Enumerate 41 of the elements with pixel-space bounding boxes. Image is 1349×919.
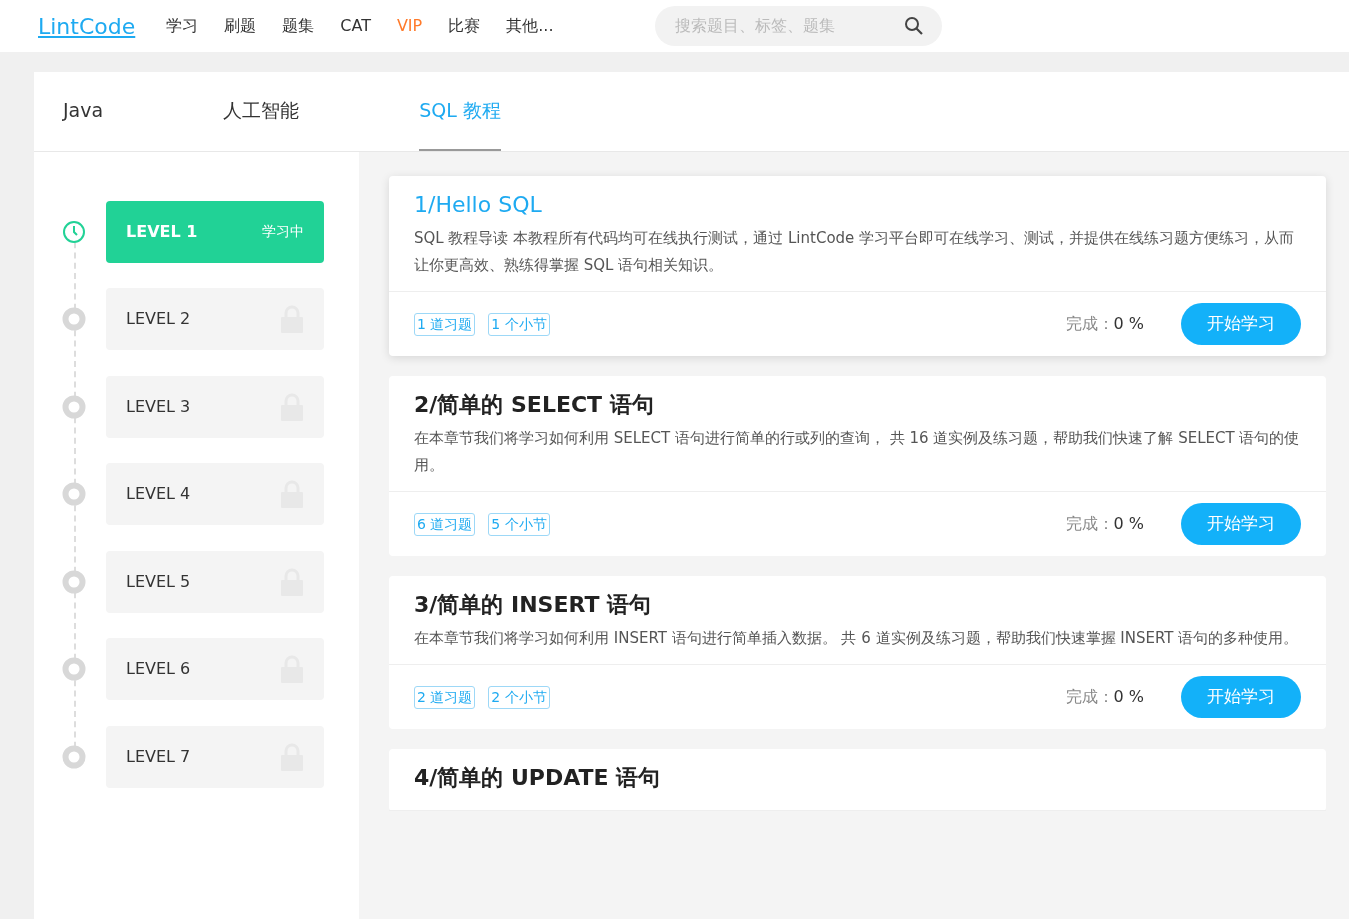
chapter-description: 在本章节我们将学习如何利用 SELECT 语句进行简单的行或列的查询， 共 16 道实例及练习题，帮助我们快速了解 SELECT 语句的使用。 [414, 428, 1301, 476]
nav-link[interactable]: 刷题 [224, 14, 257, 38]
level-button[interactable]: LEVEL 4 [106, 463, 324, 526]
chapter-title[interactable]: 4/简单的 UPDATE 语句 [414, 761, 1301, 794]
status-label: 学习中 [262, 222, 304, 242]
count-tag: 1 道习题 [414, 312, 476, 336]
search-icon[interactable] [903, 16, 924, 36]
nav-link[interactable]: 题集 [282, 14, 315, 38]
level-button[interactable]: LEVEL 3 [106, 375, 324, 438]
nav-link[interactable]: CAT [340, 14, 371, 38]
count-tag: 5 个小节 [488, 512, 550, 536]
progress-label: 完成： [1065, 313, 1114, 335]
chapter-description: 在本章节我们将学习如何利用 INSERT 语句进行简单插入数据。 共 6 道实例及练习题，帮助我们快速掌握 INSERT 语句的多种使用。 [414, 628, 1300, 649]
count-tag: 1 个小节 [488, 312, 550, 336]
level-button[interactable]: LEVEL 2 [106, 288, 324, 351]
level-label: LEVEL 5 [126, 570, 191, 593]
progress-value: 0 % [1113, 313, 1144, 335]
chapter-description: SQL 教程导读 本教程所有代码均可在线执行测试，通过 LintCode 学习平台即可在线学习、测试，并提供在线练习题方便练习，从而让你更高效、熟练得掌握 SQL 语句相关知识。 [414, 228, 1296, 276]
level-button[interactable]: LEVEL 7 [106, 725, 324, 788]
nav-link[interactable]: 学习 [166, 14, 199, 38]
progress-label: 完成： [1065, 686, 1114, 708]
nav-link[interactable]: 其他... [506, 14, 554, 38]
tab[interactable]: Java [63, 72, 104, 151]
nav-link[interactable]: 比赛 [448, 14, 481, 38]
count-tag: 2 个小节 [488, 685, 550, 709]
level-label: LEVEL 6 [126, 658, 191, 681]
level-label: LEVEL 3 [126, 395, 191, 418]
count-tag: 6 道习题 [414, 512, 476, 536]
level-label: LEVEL 7 [126, 745, 191, 768]
chapter-title[interactable]: 3/简单的 INSERT 语句 [414, 588, 1301, 621]
progress-value: 0 % [1113, 513, 1144, 535]
count-tag: 2 道习题 [414, 685, 476, 709]
tab[interactable]: 人工智能 [223, 72, 300, 151]
level-label: LEVEL 1 [126, 220, 198, 243]
level-button[interactable]: LEVEL 5 [106, 550, 324, 613]
level-label: LEVEL 4 [126, 483, 191, 506]
level-button[interactable]: LEVEL 6 [106, 638, 324, 701]
progress-label: 完成： [1065, 513, 1114, 535]
chapter-title[interactable]: 2/简单的 SELECT 语句 [414, 388, 1301, 421]
level-label: LEVEL 2 [126, 308, 191, 331]
progress-value: 0 % [1113, 686, 1144, 708]
